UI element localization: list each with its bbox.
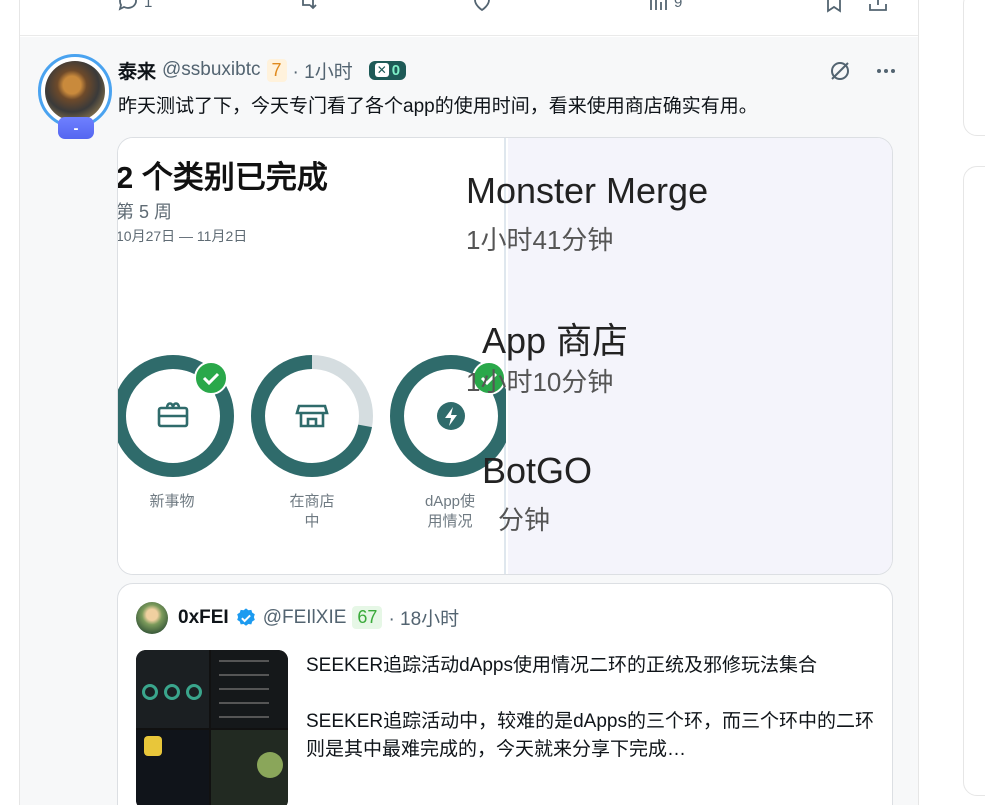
quoted-time[interactable]: · 18小时 <box>388 604 459 631</box>
app-duration-2: 1小时10分钟 <box>466 367 614 397</box>
quoted-thumbnail[interactable] <box>136 650 288 805</box>
avatar-image <box>45 61 105 121</box>
post-media[interactable]: 2 个类别已完成 第 5 周 10月27日 — 11月2日 新事物 在商店中 d… <box>117 137 893 575</box>
post-time[interactable]: · 1小时 <box>293 57 353 84</box>
sidebar-card-top[interactable] <box>963 0 985 136</box>
app-duration-1: 1小时41分钟 <box>466 225 614 255</box>
quoted-score-badge: 67 <box>352 606 383 629</box>
views-count: 9 <box>674 0 683 11</box>
quoted-display-name[interactable]: 0xFEI <box>178 607 229 629</box>
chip-count: 0 <box>391 61 401 79</box>
reply-button[interactable]: 1 <box>116 0 152 14</box>
post-header-actions <box>828 59 898 83</box>
verified-badge-icon <box>236 607 255 626</box>
media-image-right[interactable]: Monster Merge 1小时41分钟 App 商店 1小时10分钟 Bot… <box>466 138 892 574</box>
app-name-2: App 商店 <box>482 320 629 361</box>
repost-icon <box>302 0 317 10</box>
thumb-tile-list <box>211 650 288 728</box>
sidebar-card-bottom[interactable] <box>963 166 985 796</box>
post-header: 泰来 @ssbuxibtc 7 · 1小时 ✕ 0 <box>118 57 407 84</box>
app-name-1: Monster Merge <box>466 170 709 211</box>
thumb-tile-rings <box>136 650 209 728</box>
display-name[interactable]: 泰来 <box>118 57 156 84</box>
media-image-left[interactable]: 2 个类别已完成 第 5 周 10月27日 — 11月2日 新事物 在商店中 d… <box>118 138 506 574</box>
share-button[interactable] <box>866 0 890 14</box>
x-logo-icon: ✕ <box>374 63 389 77</box>
bolt-icon <box>437 402 465 430</box>
thumb-tile-monster-merge <box>136 730 209 805</box>
quoted-avatar[interactable] <box>136 602 168 634</box>
quoted-handle[interactable]: @FEIlXIE <box>263 607 347 629</box>
bookmark-button[interactable] <box>822 0 846 14</box>
check-icon <box>194 361 228 395</box>
avatar-badge[interactable]: - <box>58 117 94 139</box>
quoted-post[interactable]: 0xFEI @FEIlXIE 67 · 18小时 SEEKER追踪活动dApps… <box>117 583 893 805</box>
views-button[interactable]: 9 <box>646 0 682 14</box>
reply-count: 1 <box>144 0 153 11</box>
user-score-badge: 7 <box>266 58 287 82</box>
app-name-3: BotGO <box>482 450 593 491</box>
ring-label-new: 新事物 <box>149 493 195 510</box>
ring-label-dapp: dApp使用情况 <box>424 493 476 530</box>
quoted-body: SEEKER追踪活动中，较难的是dApps的三个环，而三个环中的二环则是其中最难… <box>306 711 874 760</box>
post-text: 昨天测试了下，今天专门看了各个app的使用时间，看来使用商店确实有用。 <box>118 96 758 117</box>
quoted-header: 0xFEI @FEIlXIE 67 · 18小时 <box>178 604 459 631</box>
post[interactable]: - 泰来 @ssbuxibtc 7 · 1小时 ✕ 0 昨天测试了下，今天专门看… <box>20 37 918 805</box>
app-duration-3: 分钟 <box>498 505 551 535</box>
store-icon <box>295 404 329 428</box>
progress-ring-1 <box>118 355 234 477</box>
like-button[interactable] <box>470 0 494 14</box>
progress-ring-2 <box>251 355 373 477</box>
right-sidebar <box>963 0 985 805</box>
quoted-title: SEEKER追踪活动dApps使用情况二环的正统及邪修玩法集合 <box>306 655 817 676</box>
ring-label-store: 在商店中 <box>289 493 335 530</box>
repost-button[interactable] <box>296 0 320 14</box>
share-icon <box>869 0 887 11</box>
quoted-text: SEEKER追踪活动dApps使用情况二环的正统及邪修玩法集合 SEEKER追踪… <box>306 652 876 764</box>
views-icon <box>650 0 667 10</box>
more-options-icon[interactable] <box>874 59 898 83</box>
reply-icon <box>118 0 137 11</box>
user-handle[interactable]: @ssbuxibtc <box>162 59 261 81</box>
timeline-column: 1 9 - 泰来 @ssbuxibtc 7 · 1小时 ✕ 0 昨天测试了下，今… <box>19 0 919 805</box>
x-chip-badge[interactable]: ✕ 0 <box>368 60 407 80</box>
previous-post-action-bar: 1 9 <box>20 0 918 36</box>
gift-card-icon <box>157 402 189 428</box>
grok-icon[interactable] <box>828 59 852 83</box>
bookmark-icon <box>827 0 841 13</box>
thumb-tile-map <box>211 730 288 805</box>
heart-icon <box>474 0 490 12</box>
